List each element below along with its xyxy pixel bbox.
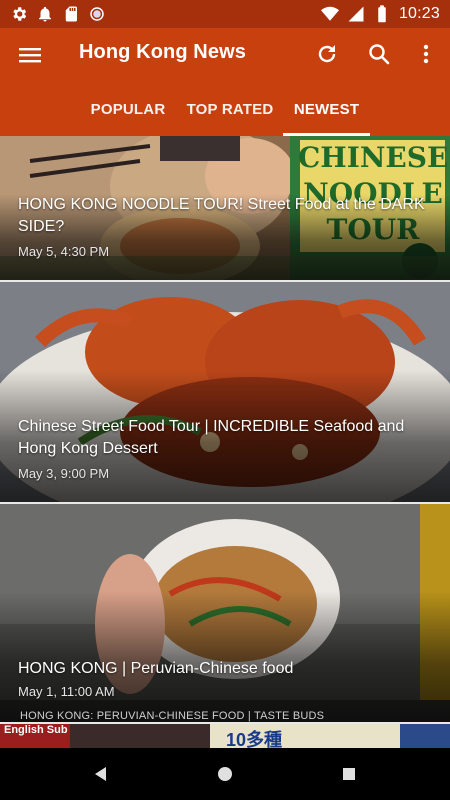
tab-label: NEWEST [293,100,360,118]
article-card[interactable]: CHINESE NOODLE TOUR HONG KONG NOODLE TOU… [0,136,450,280]
home-icon[interactable] [213,762,237,786]
article-date: May 1, 11:00 AM [18,684,115,699]
search-icon[interactable] [366,41,392,67]
tab-label: POPULAR [90,100,166,118]
gear-icon [10,5,28,23]
tab-top-rated[interactable]: TOP RATED [182,82,278,136]
thumbnail-sign-text: 10多種 [226,730,283,748]
refresh-icon[interactable] [314,41,340,67]
article-feed[interactable]: CHINESE NOODLE TOUR HONG KONG NOODLE TOU… [0,136,450,748]
status-time: 10:23 [398,5,440,22]
article-date: May 5, 4:30 PM [18,244,110,259]
tab-newest[interactable]: NEWEST [283,82,370,136]
tab-label: TOP RATED [186,100,274,118]
article-title: Chinese Street Food Tour | INCREDIBLE Se… [18,418,405,457]
status-right-icons: 10:23 [320,5,440,23]
thumbnail-caption: HONG KONG: PERUVIAN-CHINESE FOOD | TASTE… [20,710,325,722]
sd-card-icon [62,5,80,23]
app-title: Hong Kong News [79,41,246,63]
overflow-menu-icon[interactable] [413,41,439,67]
status-bar: 10:23 [0,0,450,28]
toolbar: Hong Kong News [0,28,450,82]
battery-icon [373,5,391,23]
menu-icon[interactable] [18,43,42,67]
sync-dot-icon [88,5,106,23]
card-shade [0,591,450,722]
article-card[interactable]: Chinese Street Food Tour | INCREDIBLE Se… [0,282,450,502]
article-title: HONG KONG | Peruvian-Chinese food [18,660,294,677]
system-nav-bar [0,748,450,800]
recents-icon[interactable] [337,762,361,786]
article-date: May 3, 9:00 PM [18,466,110,481]
wifi-icon [320,5,339,23]
app-bar: Hong Kong News POPULAR TOP RATED NEWEST [0,28,450,136]
back-icon[interactable] [89,762,113,786]
tab-bar: POPULAR TOP RATED NEWEST [0,82,450,136]
bell-icon [36,5,54,23]
article-card[interactable]: HONG KONG: PERUVIAN-CHINESE FOOD | TASTE… [0,504,450,722]
tab-popular[interactable]: POPULAR [80,82,176,136]
article-card[interactable]: English Sub 10多種 [0,724,450,748]
status-left-icons [10,5,106,23]
thumbnail-label: English Sub [4,724,68,736]
cell-signal-icon [347,5,365,23]
article-title: HONG KONG NOODLE TOUR! Street Food at th… [18,196,425,235]
